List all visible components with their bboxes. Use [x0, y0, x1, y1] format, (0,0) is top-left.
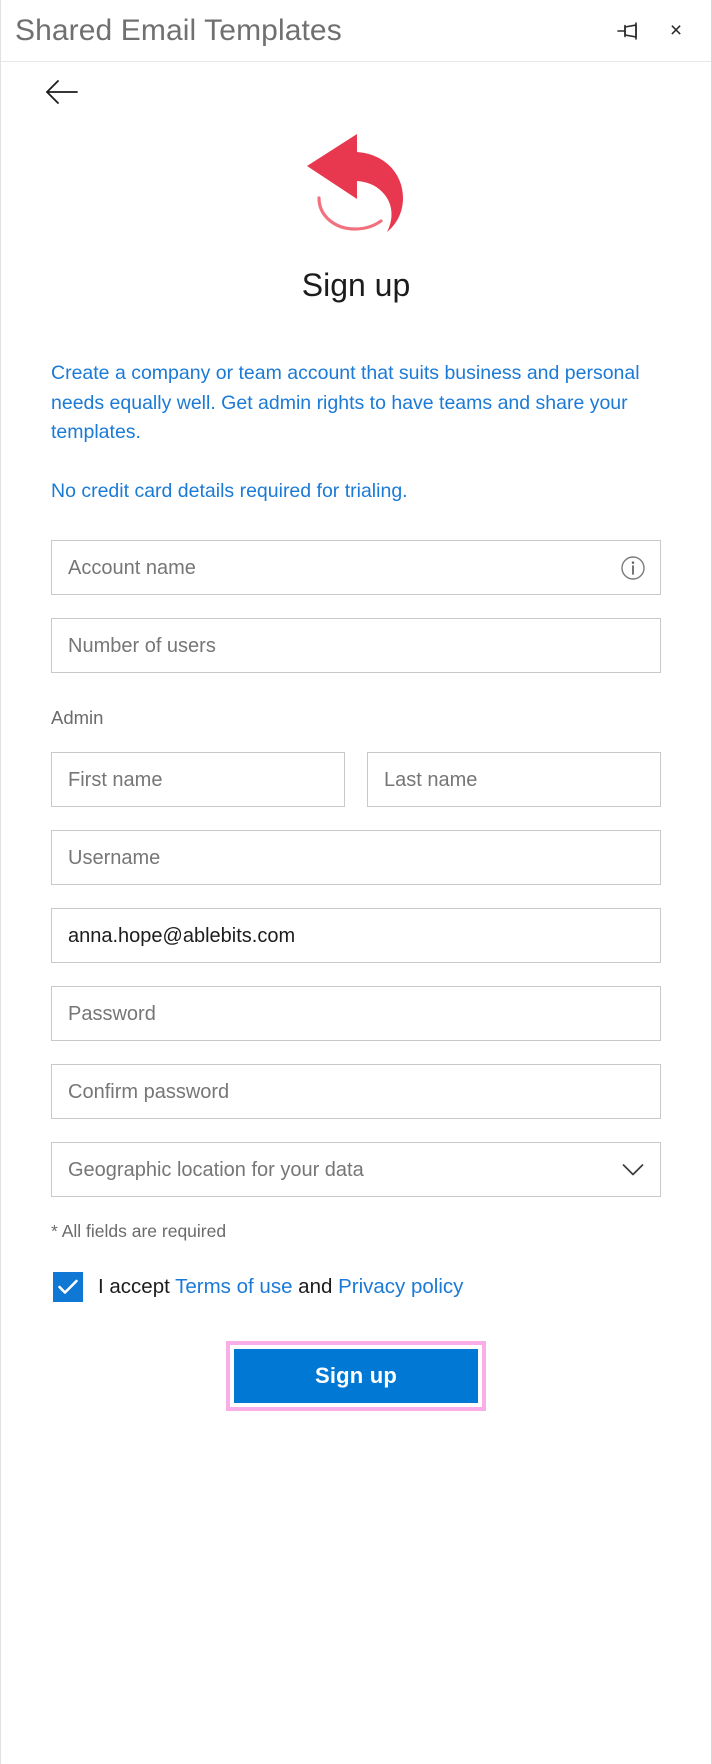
admin-section-label: Admin [51, 707, 661, 729]
email-value: anna.hope@ablebits.com [68, 926, 295, 946]
privacy-policy-link[interactable]: Privacy policy [338, 1275, 463, 1298]
reply-arrow-logo [297, 128, 415, 240]
logo-wrap [1, 128, 711, 240]
back-row [1, 62, 711, 122]
last-name-field[interactable]: Last name [367, 752, 661, 807]
submit-wrap: Sign up [51, 1341, 661, 1411]
email-field[interactable]: anna.hope@ablebits.com [51, 908, 661, 963]
window-title: Shared Email Templates [15, 16, 342, 46]
accept-conjunction: and [292, 1275, 338, 1298]
titlebar-actions: × [615, 18, 693, 44]
confirm-password-placeholder: Confirm password [68, 1082, 229, 1102]
sign-up-button-highlight: Sign up [226, 1341, 486, 1411]
number-of-users-field[interactable]: Number of users [51, 618, 661, 673]
account-name-placeholder: Account name [68, 558, 196, 578]
username-placeholder: Username [68, 848, 160, 868]
accept-terms-label: I accept Terms of use and Privacy policy [98, 1276, 463, 1299]
sign-up-button[interactable]: Sign up [234, 1349, 478, 1403]
geographic-location-placeholder: Geographic location for your data [68, 1160, 364, 1180]
page-title: Sign up [1, 268, 711, 303]
back-arrow-icon[interactable] [45, 77, 79, 107]
password-placeholder: Password [68, 1004, 156, 1024]
chevron-down-icon [622, 1163, 644, 1177]
first-name-placeholder: First name [68, 770, 162, 790]
geographic-location-select[interactable]: Geographic location for your data [51, 1142, 661, 1197]
confirm-password-field[interactable]: Confirm password [51, 1064, 661, 1119]
last-name-placeholder: Last name [384, 770, 477, 790]
titlebar: Shared Email Templates × [1, 0, 711, 62]
accept-terms-row: I accept Terms of use and Privacy policy [51, 1272, 661, 1302]
first-name-field[interactable]: First name [51, 752, 345, 807]
shared-email-templates-window: Shared Email Templates × [0, 0, 712, 1764]
pin-icon[interactable] [615, 18, 641, 44]
checkmark-icon [57, 1278, 79, 1296]
lead-text: Create a company or team account that su… [51, 359, 661, 448]
close-icon[interactable]: × [663, 18, 689, 44]
username-field[interactable]: Username [51, 830, 661, 885]
terms-of-use-link[interactable]: Terms of use [175, 1275, 292, 1298]
account-name-field[interactable]: Account name [51, 540, 661, 595]
accept-terms-checkbox[interactable] [53, 1272, 83, 1302]
required-fields-note: * All fields are required [51, 1221, 661, 1242]
close-glyph: × [670, 20, 682, 41]
name-row: First name Last name [51, 752, 661, 807]
number-of-users-placeholder: Number of users [68, 636, 216, 656]
accept-prefix: I accept [98, 1275, 175, 1298]
lead-secondary-text: No credit card details required for tria… [51, 477, 661, 506]
info-circle-icon[interactable] [620, 555, 646, 581]
password-field[interactable]: Password [51, 986, 661, 1041]
signup-form: Create a company or team account that su… [1, 359, 711, 1411]
